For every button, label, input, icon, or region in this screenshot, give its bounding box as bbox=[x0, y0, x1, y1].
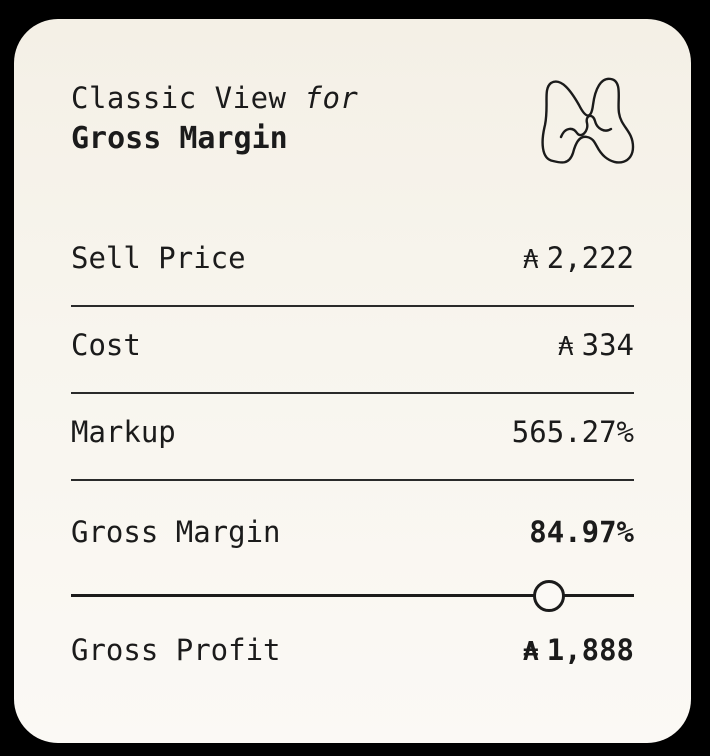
sell-price-row: Sell Price ₳ 2,222 bbox=[71, 238, 634, 278]
currency-symbol: ₳ bbox=[523, 637, 539, 667]
gross-margin-slider[interactable] bbox=[71, 580, 634, 612]
cost-value[interactable]: ₳ 334 bbox=[558, 328, 634, 362]
gross-margin-row: Gross Margin 84.97% bbox=[71, 512, 634, 552]
subject-title: Gross Margin bbox=[71, 121, 288, 156]
cost-row: Cost ₳ 334 bbox=[71, 325, 634, 365]
sell-price-label: Sell Price bbox=[71, 241, 246, 275]
markup-value[interactable]: 565.27% bbox=[512, 415, 634, 449]
gross-profit-row: Gross Profit ₳ 1,888 bbox=[71, 630, 634, 670]
currency-symbol: ₳ bbox=[557, 332, 574, 362]
gross-margin-card: Classic View for Gross Margin Sell Price… bbox=[14, 19, 691, 743]
gross-profit-value: ₳ 1,888 bbox=[523, 633, 634, 667]
gross-margin-label: Gross Margin bbox=[71, 515, 281, 549]
sell-price-amount: 2,222 bbox=[546, 241, 634, 275]
markup-row: Markup 565.27% bbox=[71, 412, 634, 452]
gross-margin-value[interactable]: 84.97% bbox=[529, 515, 634, 549]
cost-label: Cost bbox=[71, 328, 141, 362]
markup-label: Markup bbox=[71, 415, 176, 449]
view-mode-label: Classic View bbox=[71, 81, 287, 115]
cost-amount: 334 bbox=[581, 328, 634, 362]
gross-profit-amount: 1,888 bbox=[546, 633, 634, 667]
divider bbox=[71, 392, 634, 394]
divider bbox=[71, 305, 634, 307]
divider bbox=[71, 479, 634, 481]
squiggle-m-logo-icon bbox=[541, 77, 635, 164]
title-connector: for bbox=[304, 81, 359, 115]
slider-thumb[interactable] bbox=[533, 580, 566, 612]
view-title: Classic View for bbox=[71, 81, 358, 115]
sell-price-value[interactable]: ₳ 2,222 bbox=[523, 241, 634, 275]
currency-symbol: ₳ bbox=[523, 245, 539, 275]
gross-profit-label: Gross Profit bbox=[71, 633, 281, 667]
